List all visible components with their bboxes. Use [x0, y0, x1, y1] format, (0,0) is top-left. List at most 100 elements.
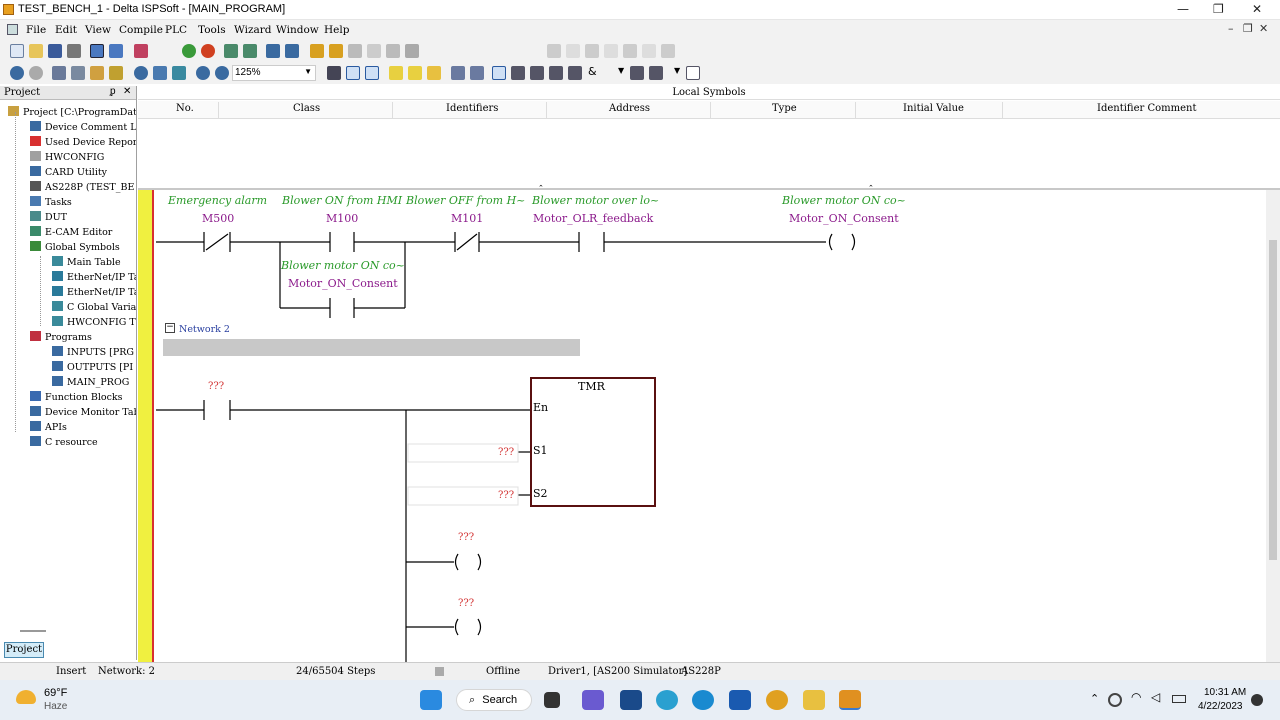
menu-edit[interactable]: Edit: [55, 24, 77, 36]
minimize-button[interactable]: —: [1177, 2, 1189, 16]
s1-operand[interactable]: ???: [498, 447, 514, 458]
print-icon[interactable]: [67, 44, 81, 58]
edge-icon[interactable]: [692, 690, 714, 710]
scroll-grip[interactable]: [20, 630, 46, 632]
tree-item[interactable]: Function Blocks: [30, 390, 136, 405]
contact-variable[interactable]: ???: [208, 381, 224, 392]
zoom-in-icon[interactable]: [196, 66, 210, 80]
chevron-up-icon[interactable]: ⌃: [1090, 692, 1099, 705]
symbol-icon[interactable]: [427, 66, 441, 80]
col-identifiers[interactable]: Identifiers: [446, 103, 498, 114]
tree-item[interactable]: HWCONFIG T: [52, 315, 136, 330]
mdi-restore-button[interactable]: ❐: [1243, 22, 1253, 35]
close-icon[interactable]: ✕: [123, 86, 131, 97]
network-comment-bar[interactable]: [163, 339, 580, 356]
ladder-editor[interactable]: ⌃ ⌃ Emergency alarm M500 Blower ON from …: [138, 184, 1280, 662]
zoom-out-icon[interactable]: [215, 66, 229, 80]
col-address[interactable]: Address: [609, 103, 650, 114]
task-view-icon[interactable]: [544, 692, 560, 708]
tree-item[interactable]: +AS228P (TEST_BE: [30, 180, 136, 195]
mdi-close-button[interactable]: ✕: [1259, 22, 1268, 35]
menu-view[interactable]: View: [85, 24, 111, 36]
eraser-icon[interactable]: [134, 44, 148, 58]
tree-item[interactable]: C Global Variak: [52, 300, 136, 315]
disconnect-icon[interactable]: [29, 66, 43, 80]
store-icon[interactable]: [620, 690, 642, 710]
column-icon[interactable]: [451, 66, 465, 80]
menu-plc[interactable]: PLC: [165, 24, 187, 36]
contact-icon[interactable]: [511, 66, 525, 80]
replace-icon[interactable]: [153, 66, 167, 80]
tree-item[interactable]: Main Table: [52, 255, 136, 270]
windows-start-icon[interactable]: [420, 690, 442, 710]
clock-date[interactable]: 4/22/2023: [1198, 701, 1243, 712]
goto-icon[interactable]: [172, 66, 186, 80]
tree-item[interactable]: Used Device Report: [30, 135, 136, 150]
comment-edit-icon[interactable]: [408, 66, 422, 80]
tree-item[interactable]: OUTPUTS [PI: [52, 360, 136, 375]
taskbar-search-button[interactable]: ⌕ Search: [456, 689, 532, 711]
menu-window[interactable]: Window: [276, 24, 319, 36]
col-class[interactable]: Class: [293, 103, 320, 114]
find-icon[interactable]: [134, 66, 148, 80]
wifi-icon[interactable]: ◠: [1131, 690, 1141, 704]
window-icon[interactable]: [109, 44, 123, 58]
paste-icon[interactable]: [90, 66, 104, 80]
chevron-down-icon[interactable]: ▼: [618, 66, 624, 75]
select-icon[interactable]: [492, 66, 506, 80]
tree-item[interactable]: +APIs: [30, 420, 136, 435]
tree-item[interactable]: +Tasks: [30, 195, 136, 210]
tree-item[interactable]: MAIN_PROG: [52, 375, 136, 390]
weather-icon[interactable]: [16, 690, 36, 704]
scrollbar-thumb[interactable]: [1269, 240, 1277, 560]
photos-icon[interactable]: [656, 690, 678, 710]
menu-file[interactable]: File: [26, 24, 46, 36]
tab-project[interactable]: Project: [4, 642, 44, 658]
online-icon[interactable]: [329, 44, 343, 58]
download-icon[interactable]: [243, 44, 257, 58]
col-initial-value[interactable]: Initial Value: [903, 103, 964, 114]
stop-icon[interactable]: [201, 44, 215, 58]
battery-icon[interactable]: [1172, 695, 1186, 703]
menu-compile[interactable]: Compile: [119, 24, 163, 36]
coil-variable[interactable]: ???: [458, 532, 474, 543]
connect-icon[interactable]: [10, 66, 24, 80]
run-icon[interactable]: [182, 44, 196, 58]
menu-tools[interactable]: Tools: [198, 24, 226, 36]
chrome-icon[interactable]: [766, 690, 788, 710]
volume-icon[interactable]: ◁: [1151, 690, 1160, 704]
chat-icon[interactable]: [582, 690, 604, 710]
tree-item[interactable]: −Global Symbols: [30, 240, 136, 255]
bracket-icon[interactable]: [686, 66, 700, 80]
sync-icon[interactable]: [1108, 693, 1122, 707]
tree-item[interactable]: EtherNet/IP Ta: [52, 285, 136, 300]
coil-variable[interactable]: ???: [458, 598, 474, 609]
coil-icon[interactable]: [530, 66, 544, 80]
ladder-view-icon[interactable]: [327, 66, 341, 80]
col-identifier-comment[interactable]: Identifier Comment: [1097, 103, 1197, 114]
branch-split-icon[interactable]: [649, 66, 663, 80]
line-icon[interactable]: [549, 66, 563, 80]
tree-item[interactable]: INPUTS [PRG: [52, 345, 136, 360]
compile-icon[interactable]: [224, 44, 238, 58]
menu-help[interactable]: Help: [324, 24, 349, 36]
mdi-minimize-button[interactable]: –: [1228, 22, 1234, 35]
col-no[interactable]: No.: [176, 103, 194, 114]
open-icon[interactable]: [29, 44, 43, 58]
branch-icon[interactable]: [630, 66, 644, 80]
tree-item[interactable]: C resource: [30, 435, 136, 450]
vertical-line-icon[interactable]: [568, 66, 582, 80]
clear-icon[interactable]: [109, 66, 123, 80]
zoom-select[interactable]: 125% ▼: [232, 65, 316, 81]
outlook-icon[interactable]: [729, 690, 751, 710]
monitor-icon[interactable]: [310, 44, 324, 58]
copy-icon[interactable]: [71, 66, 85, 80]
pin-icon[interactable]: ᵱ: [110, 86, 116, 97]
tree-item[interactable]: −Programs: [30, 330, 136, 345]
menu-wizard[interactable]: Wizard: [234, 24, 272, 36]
col-type[interactable]: Type: [772, 103, 797, 114]
tree-item[interactable]: +DUT: [30, 210, 136, 225]
close-button[interactable]: ✕: [1252, 2, 1262, 16]
upload-icon[interactable]: [266, 44, 280, 58]
s2-operand[interactable]: ???: [498, 490, 514, 501]
